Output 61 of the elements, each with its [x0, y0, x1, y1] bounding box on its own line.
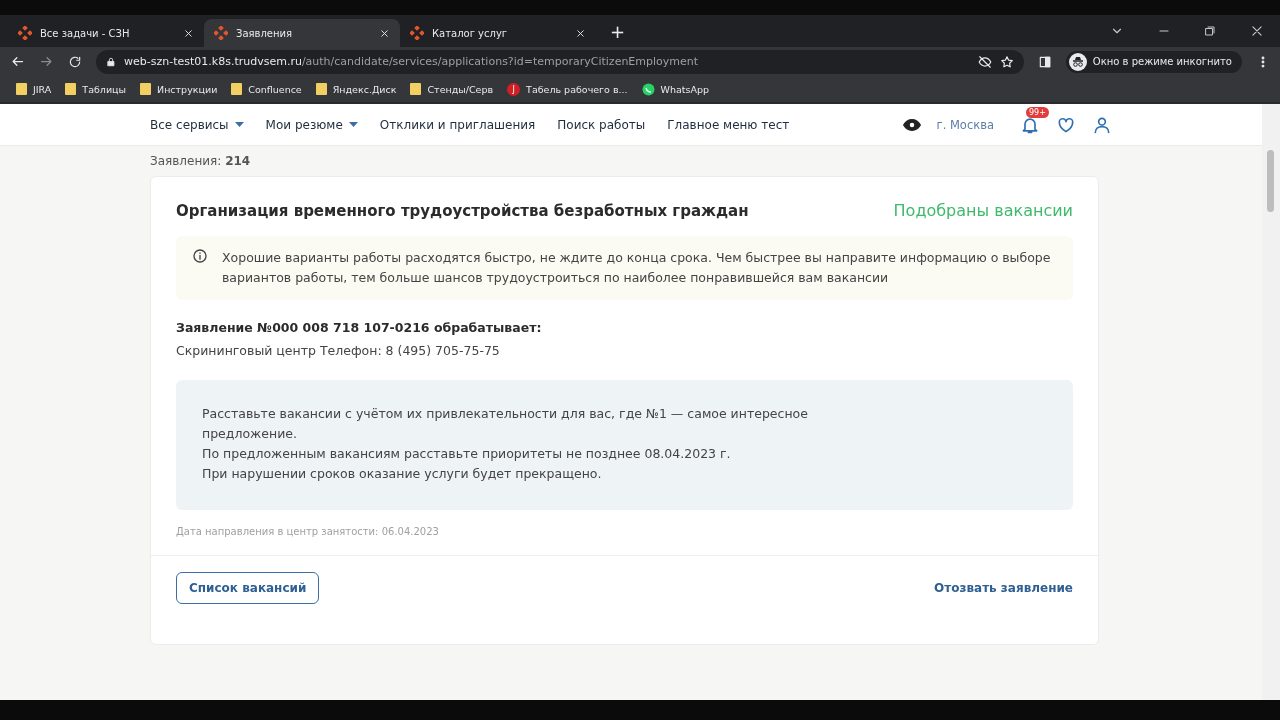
- tab-close-icon[interactable]: [379, 27, 390, 39]
- reload-icon[interactable]: [68, 54, 82, 69]
- eye-off-icon[interactable]: [977, 54, 992, 69]
- date-sent-text: Дата направления в центр занятости: 06.04.2023: [176, 526, 440, 537]
- bookmark-link[interactable]: Стенды/Серв: [427, 83, 494, 95]
- bookmark-link[interactable]: Confluence: [248, 83, 302, 95]
- incognito-icon: [1068, 52, 1087, 71]
- folder-icon: [16, 83, 27, 95]
- folder-icon: [65, 83, 77, 95]
- applications-count: Заявления: 214: [149, 153, 252, 170]
- status-label: Подобраны вакансии: [893, 201, 1073, 220]
- info-text: При нарушении сроков оказание услуги будет прекращено.: [202, 465, 603, 483]
- notification-badge: 99+: [1026, 106, 1049, 118]
- bookmark-link[interactable]: Таблицы: [82, 83, 127, 95]
- browser-tab[interactable]: Все задачи - СЗН: [8, 19, 204, 47]
- new-tab-button[interactable]: +: [604, 20, 632, 43]
- restore-icon[interactable]: [1204, 25, 1216, 37]
- close-icon[interactable]: [1250, 24, 1264, 38]
- back-arrow-icon[interactable]: [10, 54, 25, 69]
- lock-icon: [106, 56, 116, 67]
- info-text: По предложенным вакансиям расставьте приоритеты не позднее 08.04.2023 г.: [202, 445, 732, 463]
- nav-menu-item[interactable]: Все сервисы: [150, 117, 244, 132]
- caret-icon: [234, 122, 244, 127]
- tab-close-icon[interactable]: [575, 27, 586, 39]
- chat-bubble-icon: [641, 82, 655, 96]
- tab-close-icon[interactable]: [183, 27, 194, 39]
- city-link[interactable]: г. Москва: [936, 117, 994, 132]
- tab-favicon-icon: [18, 26, 32, 40]
- nav-menu-item[interactable]: Отклики и приглашения: [379, 117, 536, 132]
- bookmark-link[interactable]: JIRA: [33, 83, 52, 95]
- vacancy-list-button[interactable]: Список вакансий: [176, 572, 320, 604]
- folder-icon: [410, 83, 422, 95]
- folder-icon: [315, 83, 327, 95]
- card-title: Организация временного трудоустройства безработных граждан: [176, 201, 749, 220]
- bookmark-link[interactable]: WhatsApp: [660, 83, 710, 95]
- folder-icon: [140, 83, 152, 95]
- info-icon: [192, 248, 208, 264]
- browser-tab[interactable]: Заявления: [204, 19, 400, 47]
- scrollbar[interactable]: [1262, 104, 1280, 700]
- nav-menu-item[interactable]: Поиск работы: [557, 117, 646, 132]
- side-panel-icon[interactable]: [1037, 54, 1052, 69]
- info-text: Расставьте вакансии с учётом их привлекательности для вас, где №1 — самое интересное предложение.: [202, 405, 809, 443]
- address-bar[interactable]: web-szn-test01.k8s.trudvsem.ru/auth/candidate/services/applications?id=temporaryCitizenEmployment: [96, 49, 1024, 74]
- star-icon[interactable]: [999, 54, 1014, 69]
- application-heading: Заявление №000 008 718 107-0216 обрабатывает:: [176, 320, 543, 335]
- bookmark-link[interactable]: Табель рабочего в...: [526, 83, 628, 95]
- nav-menu-item[interactable]: Мои резюме: [265, 117, 358, 132]
- nav-menu-item[interactable]: Главное меню тест: [667, 117, 790, 132]
- bookmark-link[interactable]: Яндекс.Диск: [332, 83, 397, 95]
- withdraw-link[interactable]: Отозвать заявление: [934, 581, 1073, 595]
- forward-arrow-icon[interactable]: [39, 54, 54, 69]
- processor-text: Скрининговый центр Телефон: 8 (495) 705-75-75: [176, 343, 501, 358]
- browser-tab[interactable]: Каталог услуг: [400, 19, 596, 47]
- caret-icon: [348, 122, 358, 127]
- tab-favicon-icon: [410, 26, 424, 40]
- folder-icon: [231, 83, 243, 95]
- bookmark-link[interactable]: Инструкции: [157, 83, 218, 95]
- incognito-profile-button[interactable]: Окно в режиме инкогнито: [1065, 50, 1242, 73]
- notice-text: Хорошие варианты работы расходятся быстро, не ждите до конца срока. Чем быстрее вы направите информацию о выборе вариантов работы, тем больше шансов трудоустроиться по наиболее понравившейся вам вакансии: [222, 249, 1052, 287]
- tab-favicon-icon: [214, 26, 228, 40]
- bookmark-letter-icon: J: [507, 82, 521, 96]
